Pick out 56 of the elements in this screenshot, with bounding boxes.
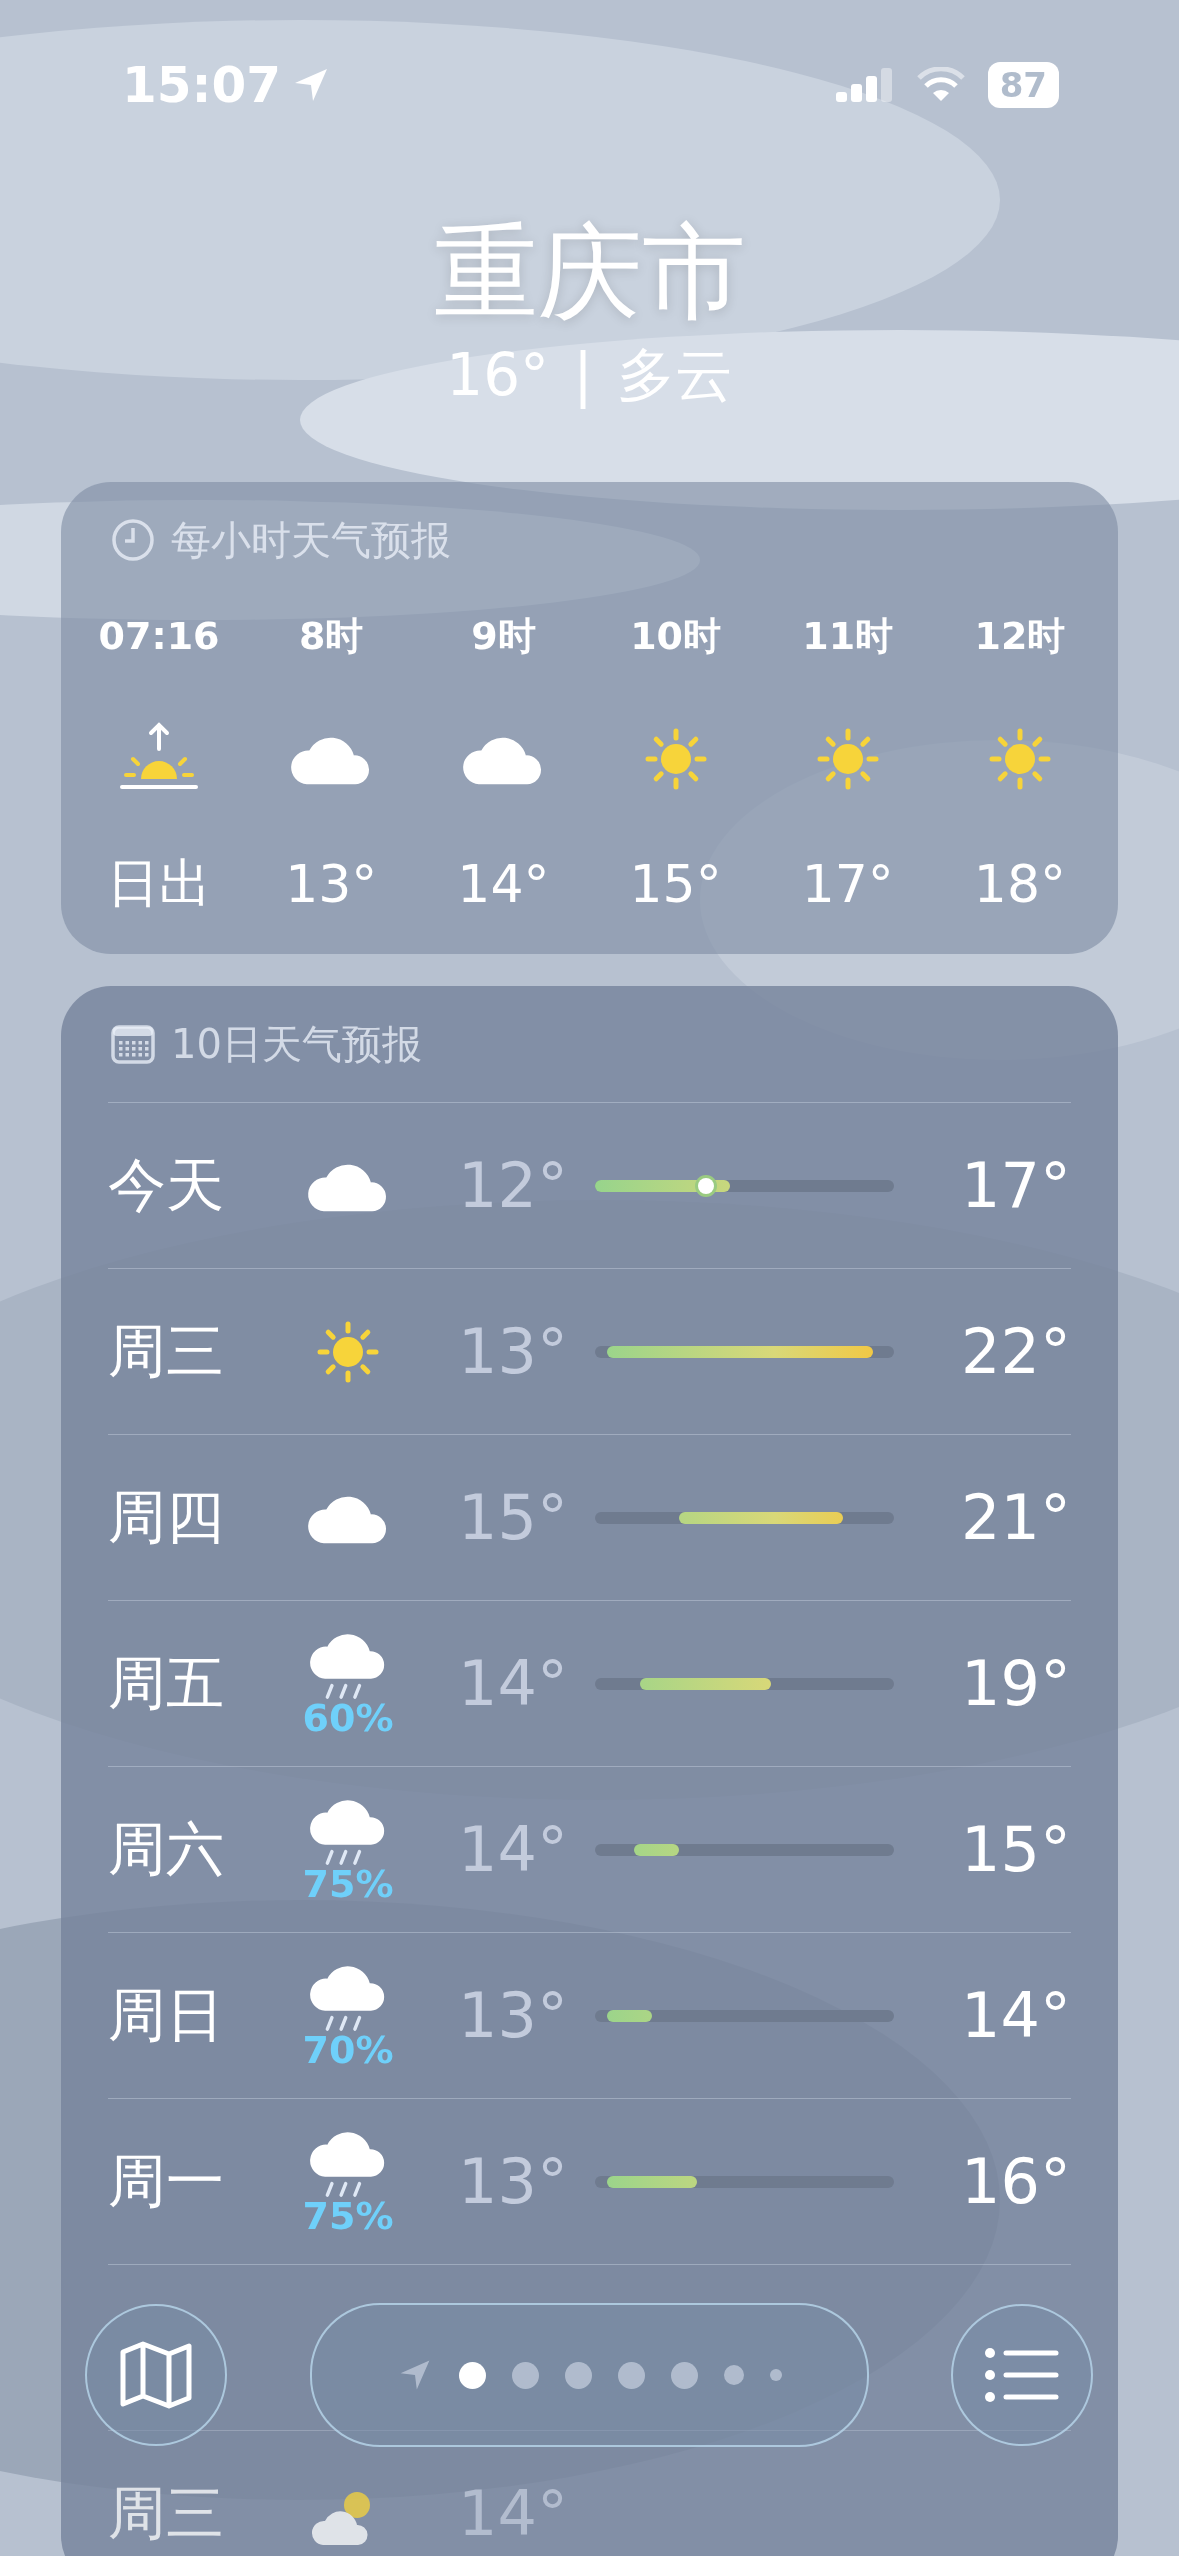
page-dot[interactable] (564, 2361, 592, 2389)
precipitation-chance: 75% (302, 2193, 394, 2238)
day-label: 周一 (108, 2145, 225, 2217)
signal-icon (835, 68, 894, 102)
high-temperature: 19° (960, 1647, 1071, 1720)
precipitation-chance: 70% (302, 2027, 394, 2072)
card-title: 每小时天气预报 (171, 515, 451, 565)
hour-temperature: 13° (285, 853, 378, 916)
hour-label: 9时 (471, 612, 536, 660)
page-dot[interactable] (511, 2361, 539, 2389)
high-temperature: 14° (960, 1979, 1071, 2052)
low-temperature: 13° (457, 1315, 568, 1388)
calendar-icon (111, 1024, 155, 1064)
low-temperature: 13° (457, 2145, 568, 2218)
low-temperature: 13° (457, 1979, 568, 2052)
hour-label: 11时 (802, 612, 894, 660)
hour-label: 07:16 (98, 613, 220, 660)
page-dot[interactable] (769, 2369, 782, 2381)
low-temperature: 15° (457, 1481, 568, 1554)
high-temperature: 16° (960, 2145, 1071, 2218)
day-label: 周四 (108, 1481, 225, 1553)
low-temperature: 14° (457, 1647, 568, 1720)
list-icon (984, 2347, 1060, 2403)
page-dot[interactable] (617, 2361, 645, 2389)
temperature-range-bar (606, 2009, 652, 2022)
battery-level: 87 (987, 62, 1059, 108)
map-icon (119, 2340, 193, 2410)
hour-label: 8时 (299, 612, 364, 660)
hour-label: 10时 (630, 612, 721, 660)
high-temperature: 22° (960, 1315, 1071, 1388)
hour-temperature: 18° (973, 853, 1066, 916)
temperature-range-bar (633, 1843, 679, 1856)
day-label: 今天 (108, 1149, 225, 1221)
hour-temperature: 15° (629, 853, 722, 916)
day-label: 周日 (108, 1979, 225, 2051)
page-dot[interactable] (670, 2361, 698, 2389)
clock-icon (111, 518, 155, 562)
hour-label: 12时 (974, 612, 1066, 660)
hour-temperature: 14° (457, 853, 550, 916)
hour-temperature: 日出 (107, 852, 212, 915)
page-dot[interactable] (723, 2365, 744, 2385)
hour-temperature: 17° (801, 853, 894, 916)
low-temperature: 14° (457, 1813, 568, 1886)
separator-text: | (573, 340, 593, 411)
low-temperature: 12° (457, 1149, 568, 1222)
card-title: 10日天气预报 (171, 1019, 422, 1069)
high-temperature: 15° (960, 1813, 1071, 1886)
precipitation-chance: 75% (302, 1861, 394, 1906)
high-temperature: 21° (960, 1481, 1071, 1554)
day-label: 周五 (108, 1647, 225, 1719)
day-label: 周三 (108, 1315, 225, 1387)
day-label: 周六 (108, 1813, 225, 1885)
precipitation-chance: 60% (302, 1695, 394, 1740)
high-temperature: 17° (960, 1149, 1071, 1222)
wifi-icon (915, 67, 966, 103)
day-label: 周三 (108, 2477, 225, 2549)
